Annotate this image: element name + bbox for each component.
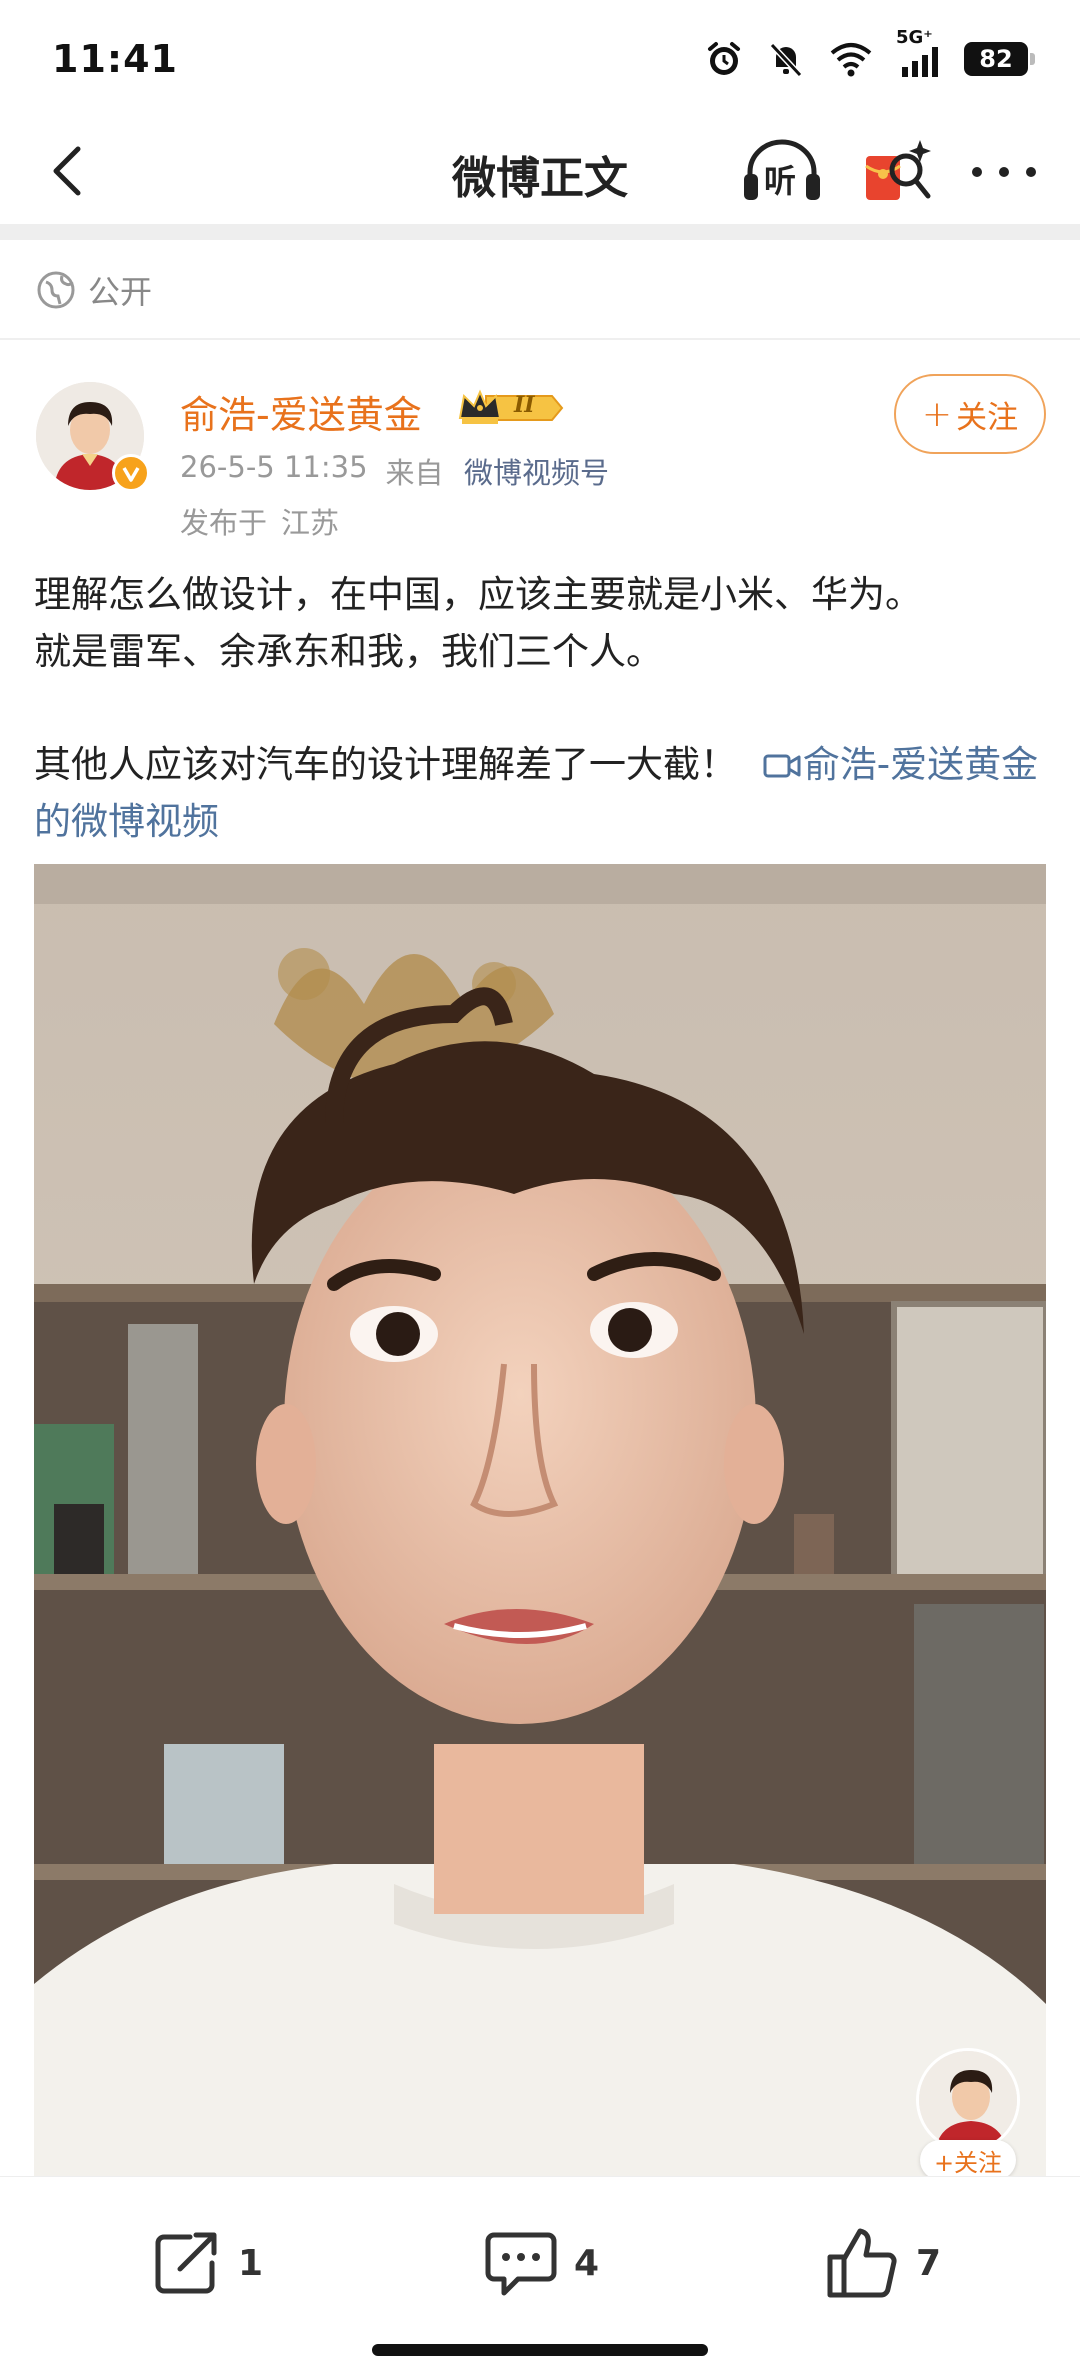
floating-author-avatar[interactable] [916,2048,1020,2152]
status-time: 11:41 [52,37,178,81]
location-value: 江苏 [281,506,340,540]
more-button[interactable] [966,144,1042,200]
repost-icon [155,2232,217,2294]
author-avatar[interactable] [36,382,150,492]
post-line-2: 就是雷军、余承东和我，我们三个人。 [34,630,663,673]
comment-icon [485,2232,557,2296]
back-icon [53,146,81,196]
plus-icon: + [921,393,953,435]
video-camera-icon [763,754,801,778]
red-packet-button[interactable] [858,136,934,210]
post-location: 发布于 江苏 [180,500,339,542]
status-bar: 11:41 5G⁺ 82 [0,0,1080,118]
listen-label: 听 [764,162,797,200]
mute-bell-icon [766,39,806,79]
signal-icon: 5G⁺ [896,27,942,79]
video-frame [34,864,1046,2176]
wifi-icon [828,39,874,79]
follow-button[interactable]: + 关注 [894,374,1046,454]
post-source-link[interactable]: 微博视频号 [464,450,609,492]
follow-label: 关注 [956,399,1019,436]
like-count: 7 [916,2242,942,2284]
video-player[interactable] [34,864,1046,2176]
repost-button[interactable]: 1 [150,2223,263,2303]
vip-crown-badge[interactable]: II [456,386,568,430]
globe-icon [37,271,75,309]
nav-bar: 微博正文 听 [0,118,1080,224]
battery-level: 82 [979,45,1013,73]
divider [0,338,1080,340]
post-body: 理解怎么做设计，在中国，应该主要就是小米、华为。 就是雷军、余承东和我，我们三个… [34,566,1050,850]
red-packet-icon [865,140,931,200]
comment-button[interactable]: 4 [484,2223,599,2303]
thumbs-up-icon [827,2228,897,2298]
section-separator [0,224,1080,240]
status-icons: 5G⁺ 82 [704,27,1035,79]
alarm-icon [704,39,744,79]
verified-badge-icon [112,454,150,492]
more-icon [972,167,982,177]
home-indicator[interactable] [372,2344,708,2356]
battery-icon: 82 [964,42,1035,76]
visibility-row: 公开 [36,262,152,318]
like-button[interactable]: 7 [824,2223,941,2303]
post-meta: 26-5-5 11:35 来自 [180,450,444,492]
network-label: 5G⁺ [896,27,933,48]
author-name[interactable]: 俞浩-爱送黄金 [180,384,422,439]
visibility-label: 公开 [88,273,153,311]
vip-level-label: II [514,392,535,418]
source-prefix: 来自 [385,456,444,490]
repost-count: 1 [238,2242,264,2284]
location-prefix: 发布于 [180,506,268,540]
post-line-1: 理解怎么做设计，在中国，应该主要就是小米、华为。 [34,573,922,616]
post-line-3: 其他人应该对汽车的设计理解差了一大截！ [34,743,737,786]
floating-follow-button[interactable]: +关注 [920,2140,1016,2180]
comment-count: 4 [574,2242,600,2284]
back-button[interactable] [36,138,96,204]
listen-button[interactable]: 听 [740,136,824,206]
post-date: 26-5-5 11:35 [180,450,368,484]
crown-icon [458,389,564,424]
